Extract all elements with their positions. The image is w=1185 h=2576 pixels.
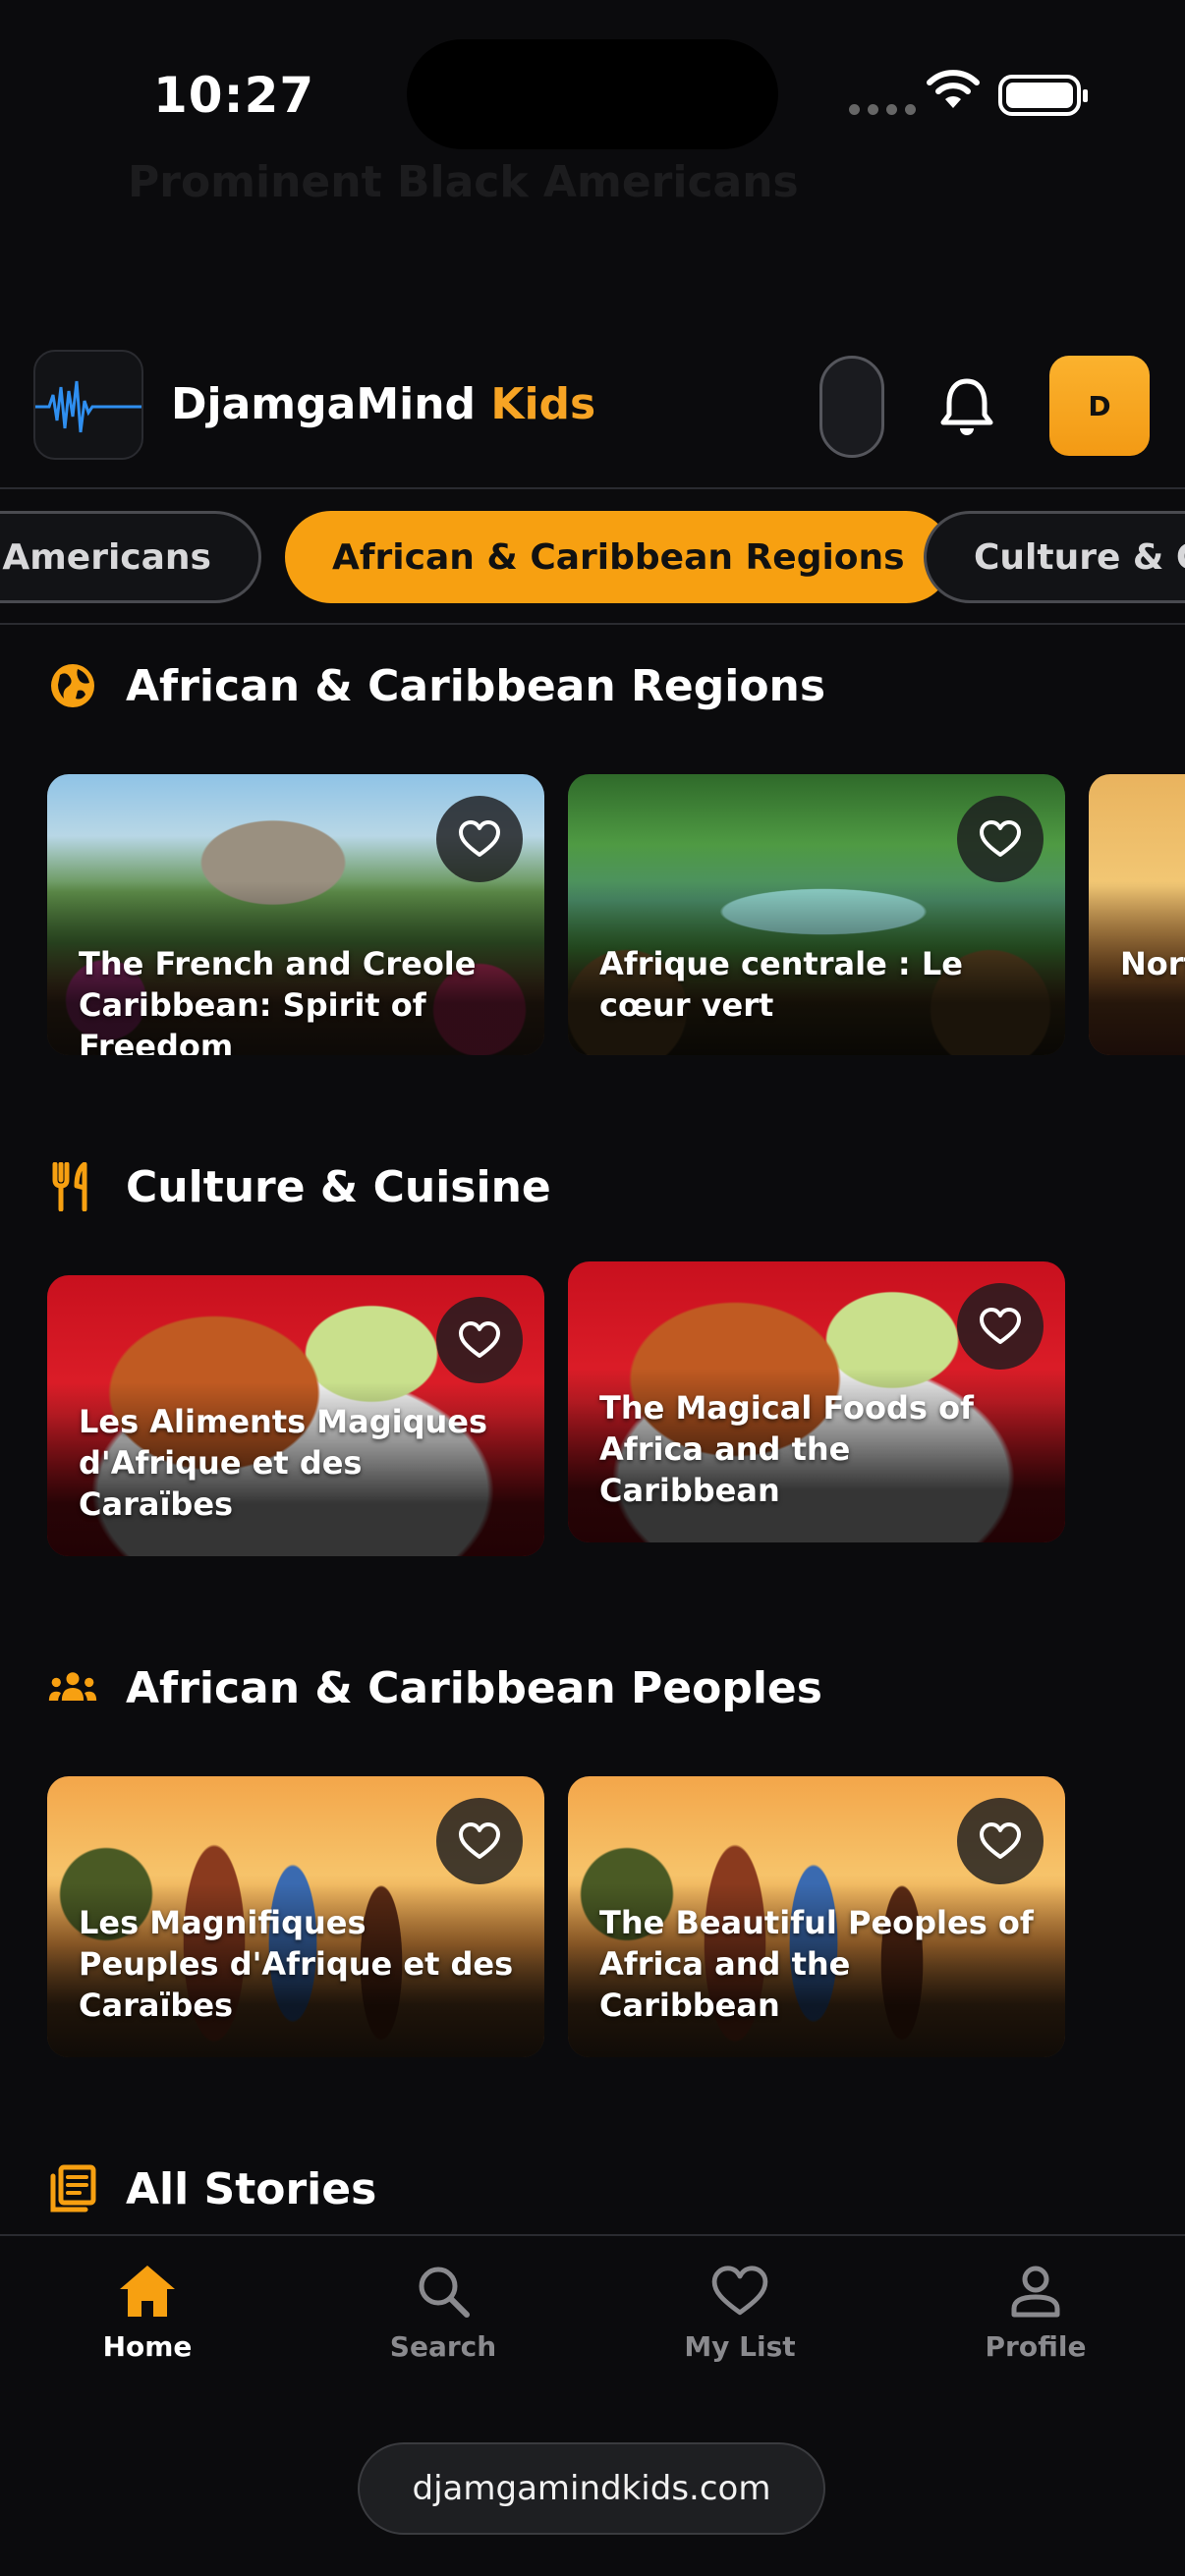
- section-header: Culture & Cuisine: [47, 1161, 551, 1212]
- favorite-button[interactable]: [436, 1798, 523, 1884]
- person-icon: [1011, 2266, 1060, 2318]
- app-logo[interactable]: [33, 350, 143, 460]
- home-icon: [120, 2266, 175, 2317]
- story-card[interactable]: The Magical Foods of Africa and the Cari…: [568, 1261, 1065, 1542]
- wifi-icon: [927, 70, 980, 108]
- heart-icon: [459, 820, 500, 857]
- story-card-title: Afrique centrale : Le cœur vert: [599, 945, 963, 1024]
- search-icon: [419, 2267, 470, 2318]
- story-card-title: Les Magnifiques Peuples d'Afrique et des…: [79, 1904, 514, 2024]
- chip-african-caribbean-regions[interactable]: African & Caribbean Regions: [285, 511, 952, 603]
- chip-culture-cuisine[interactable]: Culture & Cuisine: [924, 511, 1185, 603]
- favorite-button[interactable]: [957, 796, 1044, 882]
- story-card[interactable]: Les Aliments Magiques d'Afrique et des C…: [47, 1275, 544, 1556]
- dynamic-island: [407, 39, 778, 149]
- nav-home[interactable]: Home: [49, 2264, 246, 2363]
- status-time: 10:27: [153, 67, 315, 124]
- section-title: African & Caribbean Regions: [126, 660, 826, 711]
- story-card-title: The Magical Foods of Africa and the Cari…: [599, 1389, 974, 1509]
- heart-icon: [980, 1308, 1021, 1344]
- story-card[interactable]: Afrique centrale : Le cœur vert: [568, 774, 1065, 1055]
- scrolled-section-title: Prominent Black Americans: [128, 157, 799, 207]
- nav-my-list[interactable]: My List: [642, 2264, 838, 2363]
- favorite-button[interactable]: [957, 1798, 1044, 1884]
- story-card[interactable]: North African Deserts: [1089, 774, 1185, 1055]
- nav-search[interactable]: Search: [345, 2264, 541, 2363]
- bell-icon[interactable]: [935, 375, 998, 438]
- globe-icon: [47, 660, 98, 711]
- favorite-button[interactable]: [436, 1297, 523, 1383]
- story-card-title: The French and Creole Caribbean: Spirit …: [79, 945, 477, 1055]
- section-header: African & Caribbean Regions: [47, 660, 825, 711]
- favorite-button[interactable]: [957, 1283, 1044, 1370]
- nav-profile-label: Profile: [985, 2330, 1087, 2363]
- nav-search-label: Search: [389, 2330, 497, 2363]
- nav-home-label: Home: [102, 2330, 193, 2363]
- story-card[interactable]: The Beautiful Peoples of Africa and the …: [568, 1776, 1065, 2057]
- section-title: African & Caribbean Peoples: [126, 1662, 822, 1713]
- cellular-signal-icon: [849, 104, 916, 115]
- story-card[interactable]: Les Magnifiques Peuples d'Afrique et des…: [47, 1776, 544, 2057]
- app-title-main: DjamgaMind: [171, 379, 477, 429]
- library-icon: [47, 2163, 98, 2214]
- category-chips: Prominent Black Americans African & Cari…: [0, 487, 1185, 625]
- nav-my-list-label: My List: [684, 2330, 796, 2363]
- story-card-title: Les Aliments Magiques d'Afrique et des C…: [79, 1403, 488, 1523]
- section-header: African & Caribbean Peoples: [47, 1662, 822, 1713]
- section-title: Culture & Cuisine: [126, 1161, 551, 1212]
- bottom-nav: Home Search My List Profile djamgamindki…: [0, 2234, 1185, 2576]
- app-title-accent: Kids: [490, 379, 596, 429]
- avatar[interactable]: D: [1049, 356, 1150, 456]
- mode-toggle[interactable]: [819, 356, 884, 458]
- app-title: DjamgaMind Kids: [171, 379, 595, 429]
- heart-icon: [980, 1822, 1021, 1859]
- people-icon: [47, 1662, 98, 1713]
- utensils-icon: [47, 1161, 98, 1212]
- story-card[interactable]: The French and Creole Caribbean: Spirit …: [47, 774, 544, 1055]
- heart-icon: [980, 820, 1021, 857]
- section-title: All Stories: [126, 2163, 377, 2214]
- app-header: DjamgaMind Kids D: [0, 344, 1185, 470]
- nav-profile[interactable]: Profile: [937, 2264, 1134, 2363]
- waveform-icon: [35, 380, 141, 433]
- status-bar: 10:27: [0, 0, 1185, 177]
- chip-prominent-black-americans[interactable]: Prominent Black Americans: [0, 511, 261, 603]
- favorite-button[interactable]: [436, 796, 523, 882]
- heart-icon: [711, 2266, 768, 2316]
- story-card-title: The Beautiful Peoples of Africa and the …: [599, 1904, 1034, 2024]
- heart-icon: [459, 1822, 500, 1859]
- section-header: All Stories: [47, 2163, 376, 2214]
- story-card-title: North African Deserts: [1120, 945, 1185, 982]
- battery-icon: [998, 75, 1088, 116]
- heart-icon: [459, 1321, 500, 1358]
- browser-url-bar[interactable]: djamgamindkids.com: [358, 2442, 825, 2535]
